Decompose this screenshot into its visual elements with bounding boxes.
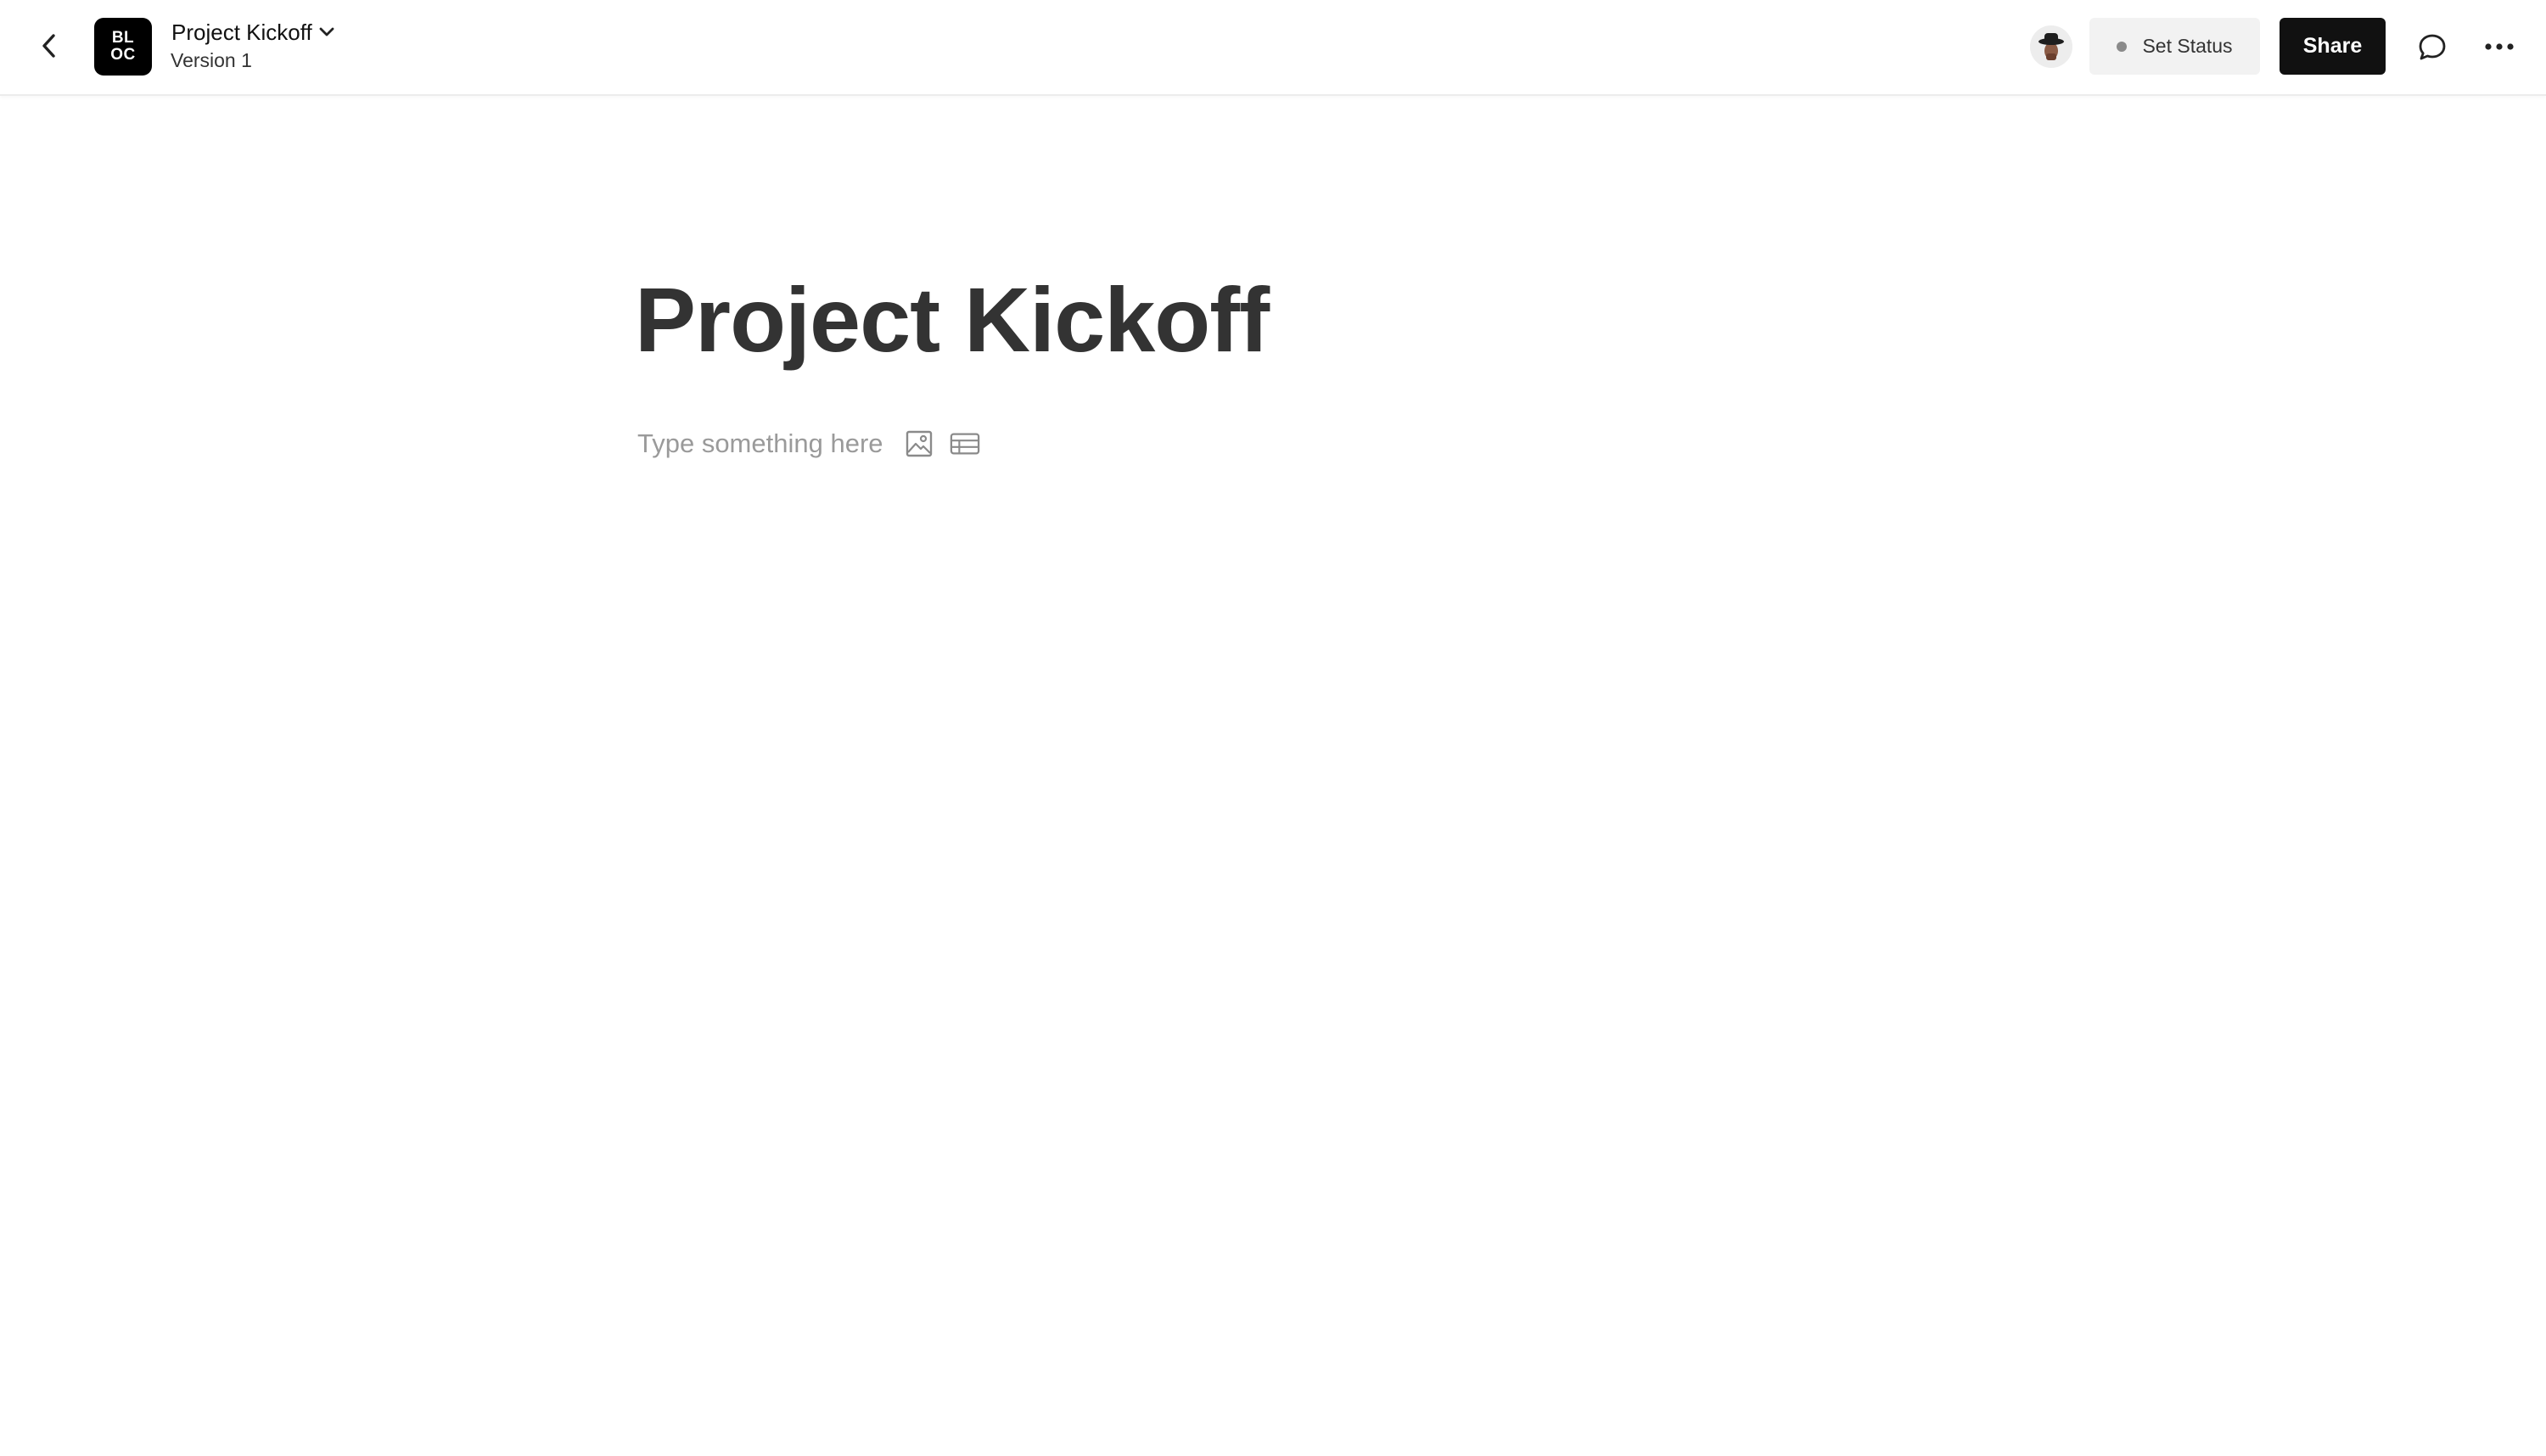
- document-title: Project Kickoff: [171, 20, 312, 45]
- avatar-image-icon: [2030, 25, 2072, 68]
- set-status-button[interactable]: Set Status: [2089, 18, 2260, 75]
- editor-body[interactable]: Type something here: [637, 424, 980, 463]
- document-meta: Project Kickoff Version 1: [171, 17, 334, 72]
- user-avatar[interactable]: [2030, 25, 2072, 68]
- back-button[interactable]: [29, 25, 70, 66]
- set-status-label: Set Status: [2142, 35, 2233, 57]
- table-icon[interactable]: [950, 428, 980, 459]
- more-options-button[interactable]: [2478, 25, 2521, 68]
- document-version: Version 1: [171, 49, 252, 71]
- comment-bubble-icon: [2419, 34, 2446, 60]
- logo-line-2: OC: [110, 46, 136, 64]
- comment-button[interactable]: [2410, 25, 2454, 70]
- chevron-left-icon: [42, 34, 55, 58]
- chevron-down-icon: [319, 27, 334, 37]
- editor-placeholder[interactable]: Type something here: [637, 428, 883, 459]
- page-title[interactable]: Project Kickoff: [635, 265, 1270, 375]
- app-logo[interactable]: BL OC: [94, 18, 152, 76]
- status-dot: [2117, 41, 2128, 52]
- top-bar: BL OC Project Kickoff Version 1 Set Stat…: [0, 0, 2546, 96]
- document-title-dropdown[interactable]: Project Kickoff: [171, 17, 334, 48]
- logo-line-1: BL: [111, 29, 135, 47]
- more-horizontal-icon: [2485, 43, 2514, 50]
- share-button[interactable]: Share: [2280, 18, 2386, 75]
- image-icon[interactable]: [904, 428, 934, 459]
